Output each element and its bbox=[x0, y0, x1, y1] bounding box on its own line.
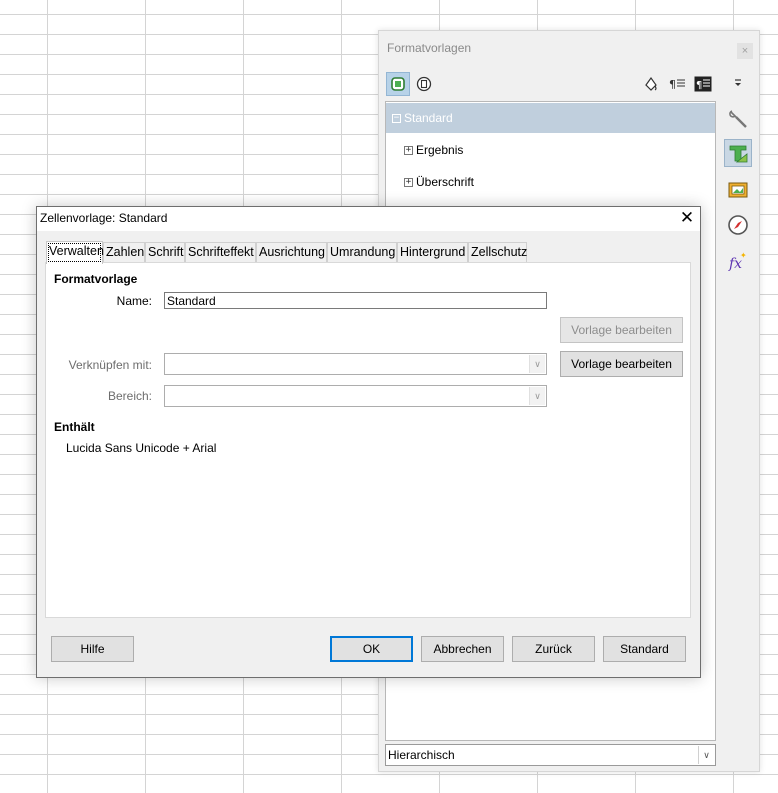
cell-style-dialog: Zellenvorlage: Standard ✕ Verwalten Zahl… bbox=[36, 206, 701, 678]
dialog-title: Zellenvorlage: Standard bbox=[40, 211, 168, 225]
sidebar-properties-button[interactable] bbox=[724, 105, 752, 133]
name-label: Name: bbox=[116, 294, 152, 308]
functions-icon: fx ✦ bbox=[728, 251, 747, 272]
style-filter-value: Hierarchisch bbox=[388, 748, 455, 762]
sidebar-menu-button[interactable] bbox=[724, 69, 752, 97]
tab-zellschutz[interactable]: Zellschutz bbox=[468, 242, 527, 262]
page-styles-button[interactable] bbox=[412, 72, 436, 96]
deck-close-button[interactable]: × bbox=[737, 43, 753, 59]
new-style-button[interactable]: ¶ bbox=[665, 72, 689, 96]
sidebar-tabbar: fx ✦ bbox=[719, 69, 759, 319]
tab-verwalten[interactable]: Verwalten bbox=[46, 241, 104, 264]
styles-toolbar: ¶ ¶ bbox=[385, 69, 717, 99]
expand-icon[interactable]: + bbox=[404, 178, 413, 188]
tab-schrift[interactable]: Schrift bbox=[145, 242, 185, 262]
standard-button[interactable]: Standard bbox=[603, 636, 686, 662]
page-styles-icon bbox=[416, 76, 432, 92]
chevron-down-icon[interactable]: ∨ bbox=[698, 746, 714, 764]
svg-text:¶: ¶ bbox=[696, 80, 702, 91]
properties-wrench-icon bbox=[729, 110, 747, 128]
tab-zahlen[interactable]: Zahlen bbox=[103, 242, 145, 262]
cancel-button[interactable]: Abbrechen bbox=[421, 636, 504, 662]
tab-schrifteffekt[interactable]: Schrifteffekt bbox=[185, 242, 256, 262]
link-with-label: Verknüpfen mit: bbox=[68, 358, 152, 372]
sidebar-menu-icon bbox=[735, 79, 741, 86]
ok-button[interactable]: OK bbox=[330, 636, 413, 662]
tab-ausrichtung[interactable]: Ausrichtung bbox=[256, 242, 327, 262]
contains-description: Lucida Sans Unicode + Arial bbox=[66, 441, 217, 455]
sidebar-styles-button[interactable] bbox=[724, 139, 752, 167]
expand-icon[interactable]: + bbox=[404, 146, 413, 156]
fill-format-mode-icon bbox=[645, 76, 657, 91]
sidebar-gallery-button[interactable] bbox=[724, 175, 752, 203]
style-filter-select[interactable]: Hierarchisch ∨ bbox=[385, 744, 716, 766]
deck-title: Formatvorlagen bbox=[387, 41, 472, 55]
tab-umrandung[interactable]: Umrandung bbox=[327, 242, 397, 262]
chevron-down-icon[interactable]: ∨ bbox=[529, 387, 545, 405]
tree-item-standard[interactable]: − Standard bbox=[386, 103, 715, 133]
tab-hintergrund[interactable]: Hintergrund bbox=[397, 242, 468, 262]
svg-text:¶: ¶ bbox=[669, 78, 676, 91]
tree-item-label: Überschrift bbox=[416, 175, 475, 189]
chevron-down-icon[interactable]: ∨ bbox=[529, 355, 545, 373]
sidebar-navigator-button[interactable] bbox=[724, 211, 752, 239]
cell-styles-button[interactable] bbox=[386, 72, 410, 96]
contains-section-heading: Enthält bbox=[54, 420, 95, 434]
cell-styles-icon bbox=[391, 77, 405, 91]
name-field[interactable] bbox=[164, 292, 547, 309]
tab-page-verwalten: Formatvorlage Name: Vorlage bearbeiten V… bbox=[45, 262, 691, 618]
category-label: Bereich: bbox=[107, 389, 152, 403]
dialog-close-button[interactable]: ✕ bbox=[677, 208, 697, 228]
dialog-titlebar[interactable]: Zellenvorlage: Standard ✕ bbox=[37, 207, 700, 231]
edit-style-button[interactable]: Vorlage bearbeiten bbox=[560, 351, 683, 377]
sidebar-functions-button[interactable]: fx ✦ bbox=[724, 247, 752, 275]
reset-button[interactable]: Zurück bbox=[512, 636, 595, 662]
svg-text:✦: ✦ bbox=[740, 251, 747, 260]
edit-style-button-disabled[interactable]: Vorlage bearbeiten bbox=[560, 317, 683, 343]
help-button[interactable]: Hilfe bbox=[51, 636, 134, 662]
new-style-from-selection-icon: ¶ bbox=[669, 78, 685, 91]
collapse-icon[interactable]: − bbox=[392, 114, 401, 124]
gallery-icon bbox=[728, 182, 748, 198]
tree-item-ergebnis[interactable]: + Ergebnis bbox=[386, 135, 715, 165]
fill-format-mode-button[interactable] bbox=[639, 72, 663, 96]
styles-icon bbox=[729, 145, 748, 163]
navigator-icon bbox=[728, 215, 748, 235]
link-with-select[interactable]: ∨ bbox=[164, 353, 547, 375]
tree-item-label: Ergebnis bbox=[416, 143, 464, 157]
styles-actions-icon: ¶ bbox=[694, 76, 712, 92]
tree-item-label: Standard bbox=[404, 111, 453, 125]
tree-item-ueberschrift[interactable]: + Überschrift bbox=[386, 167, 715, 197]
styles-actions-button[interactable]: ¶ bbox=[691, 72, 715, 96]
category-select[interactable]: ∨ bbox=[164, 385, 547, 407]
style-section-heading: Formatvorlage bbox=[54, 272, 138, 286]
